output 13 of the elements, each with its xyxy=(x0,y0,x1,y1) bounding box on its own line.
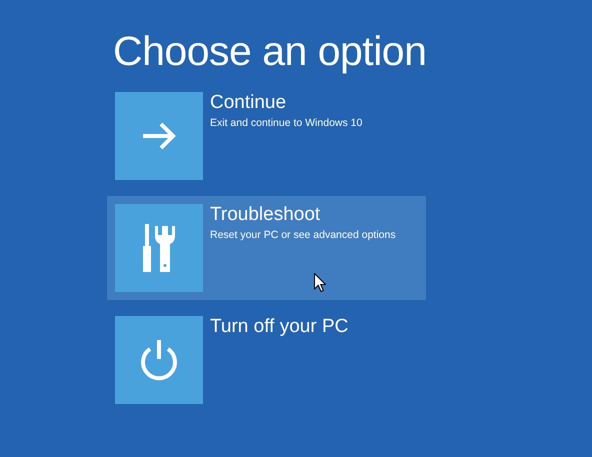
arrow-icon xyxy=(142,122,176,150)
option-label: Troubleshoot xyxy=(210,204,322,226)
option-description: Reset your PC or see advanced options xyxy=(210,229,396,241)
option-description: Exit and continue to Windows 10 xyxy=(210,117,362,129)
power-icon xyxy=(139,339,179,381)
option-label: Continue xyxy=(210,92,288,114)
option-item[interactable]: Turn off your PC xyxy=(107,308,426,412)
option-item[interactable]: Troubleshoot Reset your PC or see advanced options xyxy=(107,196,426,300)
tools-icon xyxy=(141,224,177,272)
option-label: Turn off your PC xyxy=(210,316,348,338)
option-item[interactable]: Continue Exit and continue to Windows 10 xyxy=(107,84,426,188)
page-title: Choose an option xyxy=(112,27,428,76)
cursor-icon xyxy=(314,273,326,292)
